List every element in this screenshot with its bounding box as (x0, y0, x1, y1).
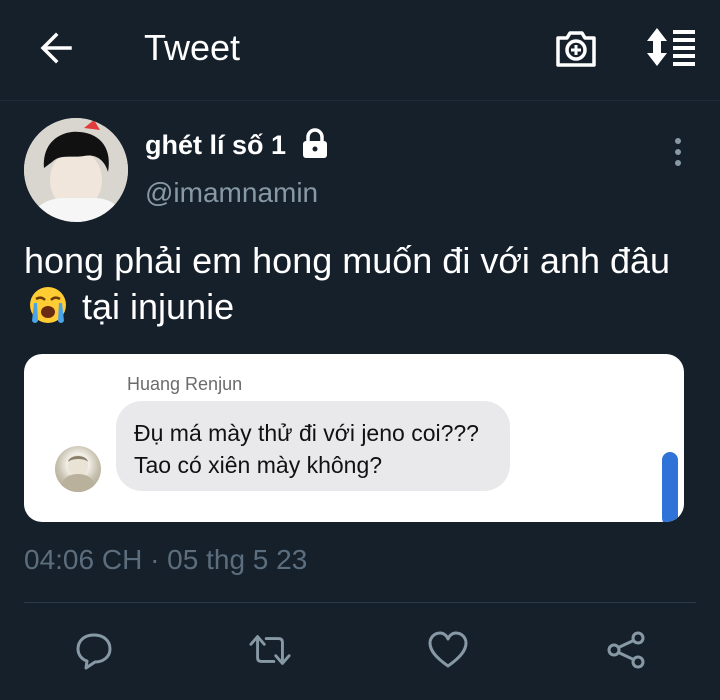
camera-button[interactable] (552, 24, 600, 72)
share-icon (607, 631, 645, 669)
tweet-text: hong phải em hong muốn đi với anh đâu tạ… (24, 238, 696, 330)
sender-avatar (55, 446, 101, 492)
sort-list-icon (647, 28, 695, 66)
more-dot-icon (675, 138, 681, 144)
camera-plus-icon (556, 31, 596, 67)
more-dot-icon (675, 149, 681, 155)
page-title: Tweet (144, 27, 241, 68)
scroll-indicator (662, 452, 678, 522)
message-text: Đụ má mày thử đi với jeno coi??? Tao có … (134, 420, 479, 478)
retweet-button[interactable] (248, 628, 292, 672)
display-name[interactable]: ghét lí số 1 (145, 127, 286, 163)
more-options-button[interactable] (664, 134, 692, 170)
tweet-text-main: hong phải em hong muốn đi với anh đâu (24, 240, 671, 281)
divider (24, 602, 696, 603)
reply-button[interactable] (72, 628, 116, 672)
top-app-bar: Tweet (0, 0, 720, 101)
more-dot-icon (675, 160, 681, 166)
lock-icon (300, 128, 330, 160)
message-bubble: Đụ má mày thử đi với jeno coi??? Tao có … (116, 401, 510, 491)
share-button[interactable] (604, 628, 648, 672)
like-icon (428, 631, 468, 668)
arrow-left-icon (40, 32, 72, 64)
like-button[interactable] (426, 628, 470, 672)
message-sender-name: Huang Renjun (127, 374, 243, 394)
tweet-text-tail: tại injunie (82, 286, 235, 327)
avatar-image (24, 118, 128, 222)
retweet-icon (249, 635, 291, 665)
reply-icon (76, 633, 112, 670)
avatar[interactable] (24, 118, 128, 222)
sort-button[interactable] (640, 22, 700, 72)
user-handle[interactable]: @imamnamin (145, 176, 318, 210)
media-card[interactable]: Huang Renjun Đụ má mày thử đi với jeno c… (24, 354, 684, 522)
loudly-crying-face-icon (30, 287, 66, 323)
back-button[interactable] (34, 26, 78, 70)
tweet-timestamp: 04:06 CH · 05 thg 5 23 (24, 544, 308, 575)
